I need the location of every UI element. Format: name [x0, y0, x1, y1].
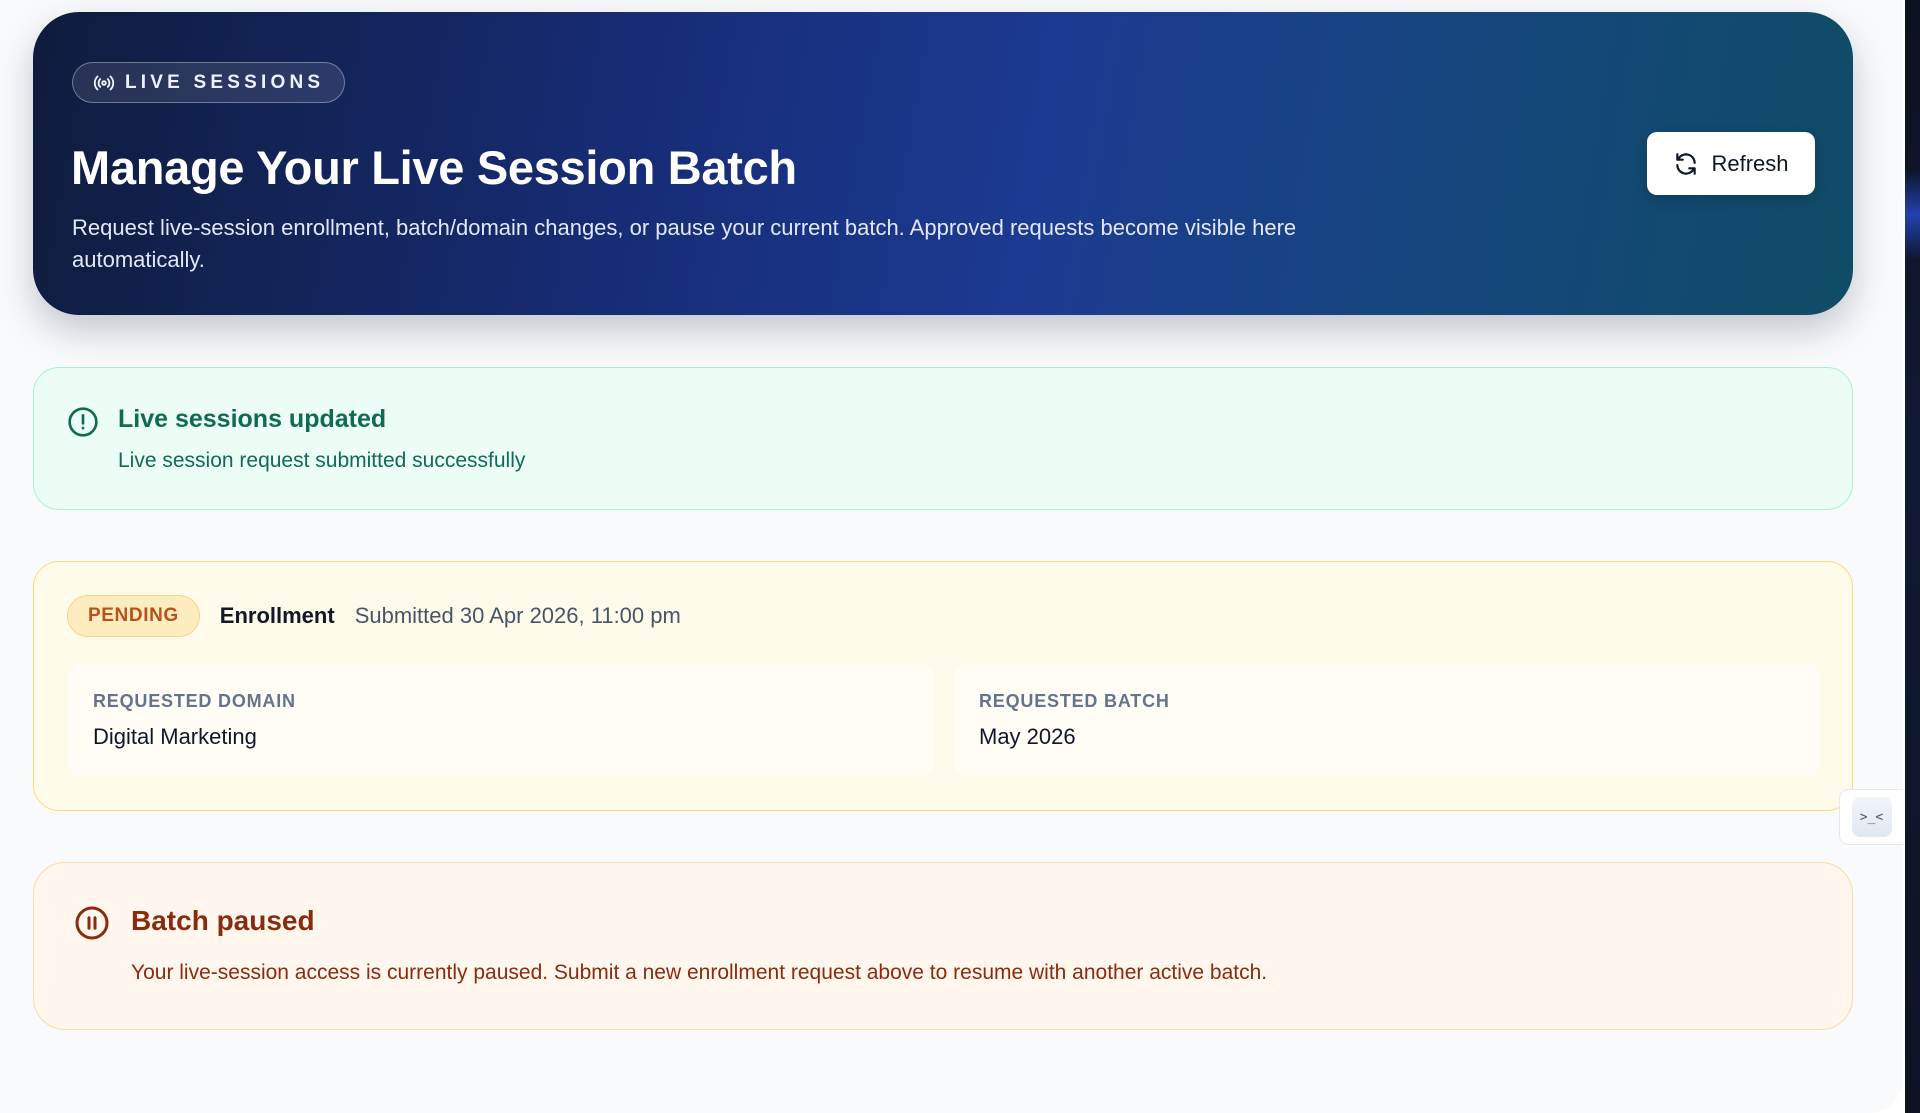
field-value: May 2026: [979, 724, 1076, 749]
requested-domain-field: REQUESTED DOMAIN Digital Marketing: [68, 664, 934, 776]
request-summary: PENDING Enrollment Submitted 30 Apr 2026…: [67, 595, 681, 637]
success-alert-message: Live session request submitted successfu…: [118, 449, 526, 472]
request-type: Enrollment: [219, 603, 335, 628]
edge-highlight: [1905, 170, 1920, 260]
requested-batch-field: REQUESTED BATCH May 2026: [954, 664, 1820, 776]
field-label: REQUESTED BATCH: [979, 691, 1170, 711]
dev-tools-icon: >_<: [1851, 797, 1892, 837]
refresh-icon: [1673, 151, 1699, 177]
alert-circle-icon: [67, 406, 99, 438]
dev-tools-tab[interactable]: >_<: [1839, 789, 1903, 845]
status-badge: PENDING: [67, 595, 200, 637]
badge-label: LIVE SESSIONS: [125, 71, 325, 93]
refresh-button[interactable]: Refresh: [1647, 132, 1815, 195]
batch-paused-notice: Batch paused Your live-session access is…: [33, 862, 1853, 1030]
page-frame: LIVE SESSIONS Manage Your Live Session B…: [0, 0, 1903, 1113]
field-label: REQUESTED DOMAIN: [93, 691, 296, 711]
success-alert-title: Live sessions updated: [118, 405, 387, 433]
success-alert: Live sessions updated Live session reque…: [33, 367, 1853, 510]
paused-title: Batch paused: [131, 905, 315, 936]
broadcast-icon: [93, 72, 115, 94]
page-description: Request live-session enrollment, batch/d…: [72, 215, 1297, 272]
live-sessions-badge: LIVE SESSIONS: [72, 62, 346, 103]
refresh-label: Refresh: [1711, 150, 1789, 176]
page-title: Manage Your Live Session Batch: [71, 141, 797, 194]
paused-message: Your live-session access is currently pa…: [131, 961, 1268, 984]
request-submitted-date: Submitted 30 Apr 2026, 11:00 pm: [354, 603, 681, 628]
pause-circle-icon: [74, 905, 110, 941]
field-value: Digital Marketing: [93, 724, 257, 749]
window-edge: [1905, 0, 1920, 1113]
pending-request-card: PENDING Enrollment Submitted 30 Apr 2026…: [33, 561, 1853, 811]
page-header: LIVE SESSIONS Manage Your Live Session B…: [33, 12, 1853, 315]
